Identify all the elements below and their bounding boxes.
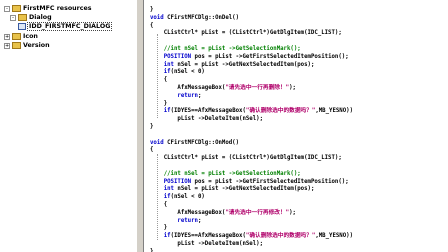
code-line[interactable]: AfxMessageBox("请先选中一行再修改！"); [150, 209, 296, 217]
code-line[interactable]: } [150, 100, 167, 108]
tree-item-dialog-resource-label: IDD_FIRSTMFC_DIALOG [26, 22, 113, 31]
code-line[interactable]: AfxMessageBox("请先选中一行再删除！"); [150, 84, 296, 92]
code-line[interactable]: if(nSel < 0) [150, 68, 205, 76]
code-line[interactable]: CListCtrl* pList = (CListCtrl*)GetDlgIte… [150, 29, 342, 37]
folder-icon [12, 42, 21, 49]
indent-guide [157, 34, 158, 118]
tree-item-version-label: Version [23, 42, 50, 49]
tree-item-dialog-resource[interactable]: IDD_FIRSTMFC_DIALOG [18, 22, 113, 31]
code-line[interactable]: pList ->DeleteItem(nSel); [150, 240, 263, 248]
code-editor[interactable]: } void CFirstMFCDlg::OnDel(){ CListCtrl* … [144, 0, 448, 252]
tree-item-root[interactable]: - FirstMFC resources [4, 4, 92, 13]
tree-item-version[interactable]: + Version [4, 41, 50, 50]
code-line[interactable]: //int nSel = pList ->GetSelectionMark(); [150, 45, 301, 53]
collapse-toggle-icon[interactable]: - [10, 14, 16, 21]
tree-item-icon[interactable]: + Icon [4, 32, 38, 41]
code-line[interactable]: if(nSel < 0) [150, 193, 205, 201]
code-line[interactable]: int nSel = pList ->GetNextSelectedItem(p… [150, 61, 315, 69]
code-line[interactable]: pList ->DeleteItem(nSel); [150, 115, 263, 123]
code-line[interactable]: void CFirstMFCDlg::OnMod() [150, 139, 239, 147]
collapse-toggle-icon[interactable]: - [4, 5, 10, 12]
code-line[interactable]: void CFirstMFCDlg::OnDel() [150, 14, 239, 22]
code-line[interactable]: { [150, 76, 167, 84]
code-line[interactable]: int nSel = pList ->GetNextSelectedItem(p… [150, 185, 315, 193]
folder-icon [12, 5, 21, 12]
code-line[interactable]: } [150, 248, 153, 252]
expand-toggle-icon[interactable]: + [4, 33, 10, 40]
dialog-resource-icon [18, 23, 26, 30]
code-line[interactable]: POSITION pos = pList ->GetFirstSelectedI… [150, 178, 349, 186]
folder-icon [12, 33, 21, 40]
code-line[interactable]: CListCtrl* pList = (CListCtrl*)GetDlgIte… [150, 154, 342, 162]
folder-icon [18, 14, 27, 21]
code-line[interactable]: if(IDYES==AfxMessageBox("确认删除选中的数据吗？",MB… [150, 232, 353, 240]
tree-item-icon-label: Icon [23, 33, 38, 40]
tree-item-dialog[interactable]: - Dialog [10, 13, 52, 22]
code-line[interactable]: if(IDYES==AfxMessageBox("确认删除选中的数据吗？",MB… [150, 107, 353, 115]
code-line[interactable]: { [150, 22, 153, 30]
tree-item-root-label: FirstMFC resources [23, 5, 92, 12]
resource-tree-pane[interactable]: - FirstMFC resources - Dialog IDD_FIRSTM… [0, 0, 137, 252]
indent-guide [157, 154, 158, 240]
tree-item-dialog-label: Dialog [29, 14, 52, 21]
code-line[interactable]: { [150, 146, 153, 154]
expand-toggle-icon[interactable]: + [4, 42, 10, 49]
code-line[interactable]: { [150, 201, 167, 209]
pane-splitter[interactable] [136, 0, 144, 252]
code-line[interactable]: } [150, 224, 167, 232]
code-line[interactable]: } [150, 123, 153, 131]
code-line[interactable]: POSITION pos = pList ->GetFirstSelectedI… [150, 53, 349, 61]
code-line[interactable]: } [150, 6, 153, 14]
code-line[interactable]: //int nSel = pList ->GetSelectionMark(); [150, 170, 301, 178]
